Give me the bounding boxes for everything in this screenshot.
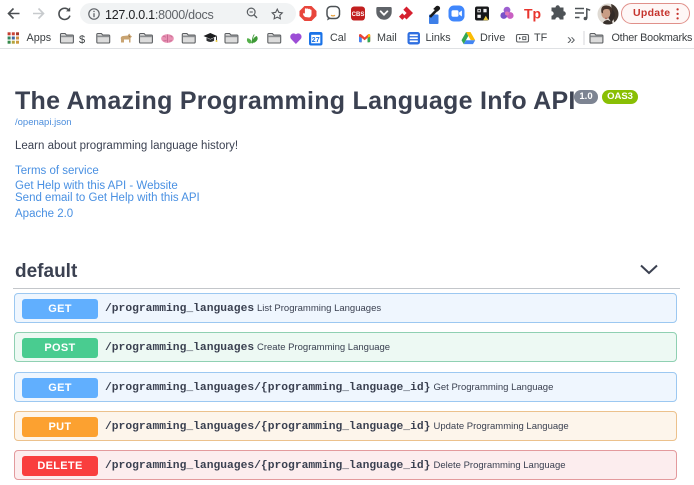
svg-text:27: 27: [312, 37, 320, 44]
svg-text:Tp: Tp: [524, 6, 541, 22]
svg-text:$: $: [79, 34, 85, 46]
svg-text:CBS: CBS: [352, 12, 365, 18]
svg-text:»: »: [567, 31, 575, 48]
